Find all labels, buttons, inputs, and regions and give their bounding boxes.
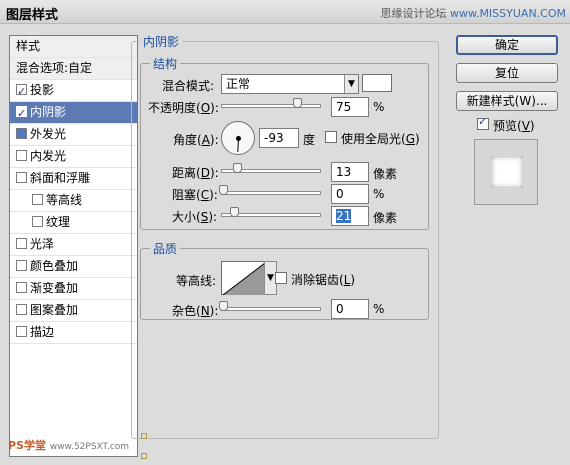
choke-input[interactable]: 0: [331, 184, 369, 204]
resize-corner-marker: [141, 433, 147, 439]
style-list-item[interactable]: 描边: [10, 322, 137, 344]
choke-slider-thumb[interactable]: [219, 185, 228, 195]
ok-button[interactable]: 确定: [456, 35, 558, 55]
style-list-item[interactable]: 纹理: [10, 212, 137, 234]
style-list-item[interactable]: 投影: [10, 80, 137, 102]
angle-label: 角度(A):: [173, 133, 219, 147]
distance-slider-thumb[interactable]: [233, 163, 242, 173]
choke-label: 阻塞(C):: [172, 188, 218, 202]
style-list-item-label: 光泽: [30, 237, 55, 251]
contour-curve-icon: [223, 263, 265, 295]
angle-dial[interactable]: [221, 121, 255, 155]
watermark: 思缘设计论坛 www.MISSYUAN.COM: [380, 5, 566, 21]
style-list-item-label: 颜色叠加: [30, 259, 79, 273]
style-checkbox[interactable]: [16, 282, 27, 293]
opacity-unit: %: [373, 100, 385, 114]
style-checkbox[interactable]: [32, 216, 43, 227]
distance-label: 距离(D):: [172, 166, 219, 180]
style-checkbox[interactable]: [16, 238, 27, 249]
style-list-item[interactable]: 内发光: [10, 146, 137, 168]
size-slider-thumb[interactable]: [230, 207, 239, 217]
title-bar: 图层样式 思缘设计论坛 www.MISSYUAN.COM: [0, 0, 570, 24]
blend-mode-label: 混合模式:: [162, 79, 215, 93]
quality-title: 品质: [150, 240, 181, 257]
antialias-checkbox[interactable]: [275, 272, 287, 284]
preview-thumbnail: [474, 139, 538, 205]
size-input[interactable]: 21: [331, 206, 369, 226]
chevron-down-icon: ▼: [344, 75, 358, 93]
style-list: 样式 混合选项:自定 投影内阴影外发光内发光斜面和浮雕等高线纹理光泽颜色叠加渐变…: [9, 35, 138, 457]
style-list-item[interactable]: 图案叠加: [10, 300, 137, 322]
angle-input[interactable]: -93: [259, 128, 299, 148]
shadow-color-swatch[interactable]: [362, 74, 392, 92]
noise-label: 杂色(N):: [172, 304, 219, 318]
angle-unit: 度: [303, 133, 316, 147]
choke-unit: %: [373, 187, 385, 201]
size-label: 大小(S):: [172, 210, 218, 224]
style-list-item-label: 等高线: [46, 193, 83, 207]
noise-input[interactable]: 0: [331, 299, 369, 319]
style-checkbox[interactable]: [16, 260, 27, 271]
watermark-text: 思缘设计论坛: [380, 7, 447, 20]
panel-title: 内阴影: [140, 33, 183, 50]
style-checkbox[interactable]: [16, 128, 27, 139]
noise-slider-thumb[interactable]: [219, 301, 228, 311]
style-checkbox[interactable]: [32, 194, 43, 205]
preview-label: 预览(V): [493, 119, 535, 133]
global-light-label: 使用全局光(G): [341, 132, 420, 146]
style-list-item-label: 图案叠加: [30, 303, 79, 317]
style-list-header[interactable]: 样式: [10, 36, 137, 58]
reset-button[interactable]: 复位: [456, 63, 558, 83]
opacity-label: 不透明度(O):: [148, 101, 219, 115]
style-list-item-label: 内阴影: [30, 105, 67, 119]
site-logo: PS学堂 www.52PSXT.com: [8, 439, 130, 452]
preview-checkbox[interactable]: [477, 115, 489, 130]
style-checkbox[interactable]: [16, 81, 27, 102]
style-list-item[interactable]: 外发光: [10, 124, 137, 146]
style-checkbox[interactable]: [16, 304, 27, 315]
layer-style-dialog: 图层样式 思缘设计论坛 www.MISSYUAN.COM 样式 混合选项:自定 …: [0, 0, 570, 465]
opacity-slider-thumb[interactable]: [293, 98, 302, 108]
global-light-checkbox[interactable]: [325, 131, 337, 143]
blend-mode-select[interactable]: 正常 ▼: [221, 74, 359, 94]
noise-unit: %: [373, 302, 385, 316]
resize-corner-marker: [141, 453, 147, 459]
style-list-item[interactable]: 颜色叠加: [10, 256, 137, 278]
style-list-item-label: 描边: [30, 325, 55, 339]
style-list-item-label: 渐变叠加: [30, 281, 79, 295]
new-style-button[interactable]: 新建样式(W)...: [456, 91, 558, 111]
style-list-item[interactable]: 渐变叠加: [10, 278, 137, 300]
style-list-item[interactable]: 等高线: [10, 190, 137, 212]
preview-swatch: [491, 156, 523, 188]
watermark-site: www.MISSYUAN.COM: [449, 7, 566, 20]
dialog-title: 图层样式: [6, 8, 59, 23]
style-checkbox[interactable]: [16, 103, 27, 124]
distance-input[interactable]: 13: [331, 162, 369, 182]
distance-unit: 像素: [373, 167, 398, 181]
style-checkbox[interactable]: [16, 326, 27, 337]
blending-options-item[interactable]: 混合选项:自定: [10, 58, 137, 80]
style-list-item[interactable]: 内阴影: [10, 102, 137, 124]
angle-needle: [237, 138, 239, 153]
opacity-slider[interactable]: [221, 104, 321, 108]
style-list-item-label: 斜面和浮雕: [30, 171, 91, 185]
antialias-label: 消除锯齿(L): [291, 273, 356, 287]
style-checkbox[interactable]: [16, 150, 27, 161]
style-list-item-label: 纹理: [46, 215, 71, 229]
style-checkbox[interactable]: [16, 172, 27, 183]
style-list-item[interactable]: 光泽: [10, 234, 137, 256]
style-list-item[interactable]: 斜面和浮雕: [10, 168, 137, 190]
contour-picker[interactable]: ▼: [221, 261, 277, 295]
blend-mode-value: 正常: [226, 77, 251, 91]
size-unit: 像素: [373, 211, 398, 225]
style-list-item-label: 外发光: [30, 127, 67, 141]
structure-title: 结构: [150, 55, 181, 72]
contour-label: 等高线:: [176, 274, 217, 288]
noise-slider[interactable]: [221, 307, 321, 311]
style-list-item-label: 内发光: [30, 149, 67, 163]
style-list-item-label: 投影: [30, 83, 55, 97]
choke-slider[interactable]: [221, 191, 321, 195]
opacity-input[interactable]: 75: [331, 97, 369, 117]
